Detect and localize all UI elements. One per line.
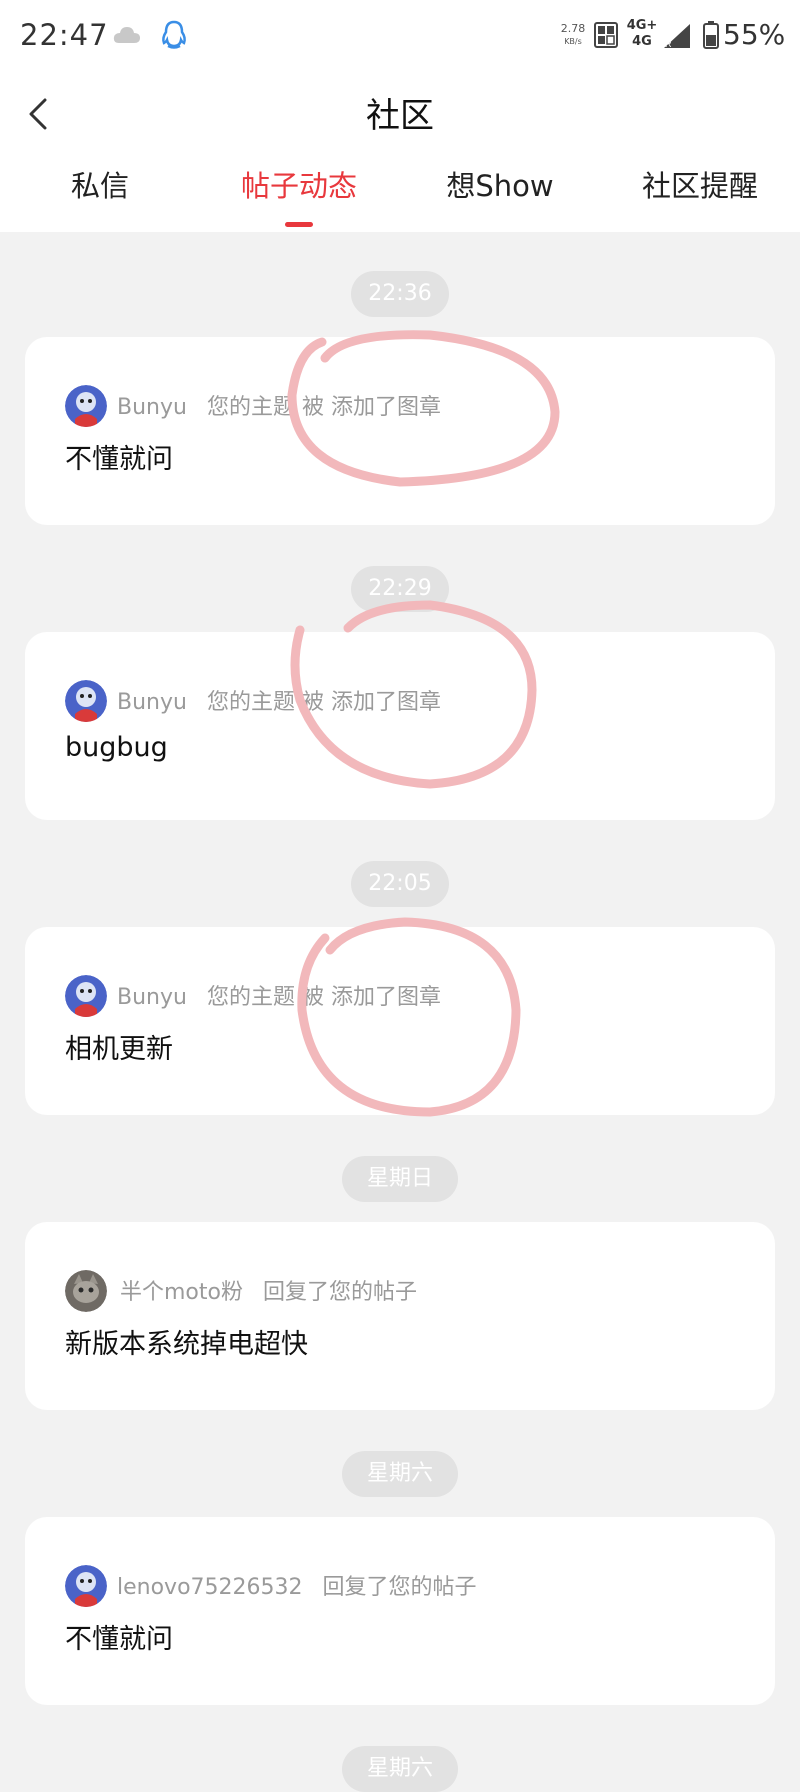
notification-text: lenovo75226532 回复了您的帖子 <box>117 1569 477 1601</box>
notification-card[interactable]: Bunyu 您的主题 被 添加了图章 相机更新 <box>25 927 775 1115</box>
app-bar: 社区 私信 帖子动态 想Show 社区提醒 <box>0 72 800 232</box>
mascot-avatar[interactable] <box>65 975 107 1017</box>
post-title[interactable]: bugbug <box>65 732 168 763</box>
username[interactable]: Bunyu <box>117 985 187 1010</box>
cat-avatar[interactable] <box>65 1270 107 1312</box>
notification-action: 回复了您的帖子 <box>262 1280 417 1305</box>
post-title[interactable]: 相机更新 <box>65 1027 173 1066</box>
notification-action: 您的主题 被 添加了图章 <box>206 395 441 420</box>
post-title[interactable]: 不懂就问 <box>65 437 173 476</box>
tab-show[interactable]: 想Show <box>440 164 560 232</box>
notification-text: 半个moto粉 回复了您的帖子 <box>120 1274 417 1306</box>
mascot-avatar[interactable] <box>65 385 107 427</box>
time-separator: 22:29 <box>351 566 449 612</box>
battery-icon <box>703 21 719 53</box>
signal-strength-icon: R <box>662 22 692 54</box>
network-speed-value: 2.78 <box>560 22 586 35</box>
notification-card[interactable]: lenovo75226532 回复了您的帖子 不懂就问 <box>25 1517 775 1705</box>
notification-action: 您的主题 被 添加了图章 <box>206 985 441 1010</box>
notification-card[interactable]: Bunyu 您的主题 被 添加了图章 bugbug <box>25 632 775 820</box>
time-separator: 22:36 <box>351 271 449 317</box>
username[interactable]: Bunyu <box>117 690 187 715</box>
qq-penguin-icon <box>160 20 188 54</box>
username[interactable]: lenovo75226532 <box>117 1575 303 1600</box>
time-separator: 星期日 <box>342 1156 458 1202</box>
status-bar: 22:47 2.78 KB/s 4G+ 4G R 55% <box>0 0 800 72</box>
post-title[interactable]: 新版本系统掉电超快 <box>65 1322 308 1361</box>
cloud-weather-icon <box>112 24 142 50</box>
svg-text:R: R <box>665 39 672 49</box>
tab-community-reminders[interactable]: 社区提醒 <box>630 164 770 232</box>
network-speed: 2.78 KB/s <box>558 22 588 48</box>
status-time: 22:47 <box>20 18 109 52</box>
notification-card[interactable]: Bunyu 您的主题 被 添加了图章 不懂就问 <box>25 337 775 525</box>
notification-card[interactable]: 半个moto粉 回复了您的帖子 新版本系统掉电超快 <box>25 1222 775 1410</box>
time-separator: 22:05 <box>351 861 449 907</box>
time-separator: 星期六 <box>342 1451 458 1497</box>
time-separator: 星期六 <box>342 1746 458 1792</box>
battery-percent: 55% <box>723 18 786 51</box>
username[interactable]: Bunyu <box>117 395 187 420</box>
network-speed-unit: KB/s <box>564 37 582 46</box>
post-title[interactable]: 不懂就问 <box>65 1617 173 1656</box>
network-type-bottom: 4G <box>632 34 652 49</box>
notification-text: Bunyu 您的主题 被 添加了图章 <box>117 389 441 421</box>
tab-messages[interactable]: 私信 <box>50 164 150 232</box>
active-tab-indicator <box>285 222 313 227</box>
username[interactable]: 半个moto粉 <box>120 1280 243 1305</box>
notification-text: Bunyu 您的主题 被 添加了图章 <box>117 684 441 716</box>
network-type-top: 4G+ <box>626 18 658 33</box>
mascot-avatar[interactable] <box>65 1565 107 1607</box>
mascot-avatar[interactable] <box>65 680 107 722</box>
hd-voice-icon <box>594 22 618 52</box>
tab-bar: 私信 帖子动态 想Show 社区提醒 <box>0 164 800 232</box>
notification-action: 您的主题 被 添加了图章 <box>206 690 441 715</box>
network-type: 4G+ 4G <box>625 18 659 50</box>
notification-text: Bunyu 您的主题 被 添加了图章 <box>117 979 441 1011</box>
notification-action: 回复了您的帖子 <box>322 1575 477 1600</box>
page-title: 社区 <box>366 96 434 136</box>
